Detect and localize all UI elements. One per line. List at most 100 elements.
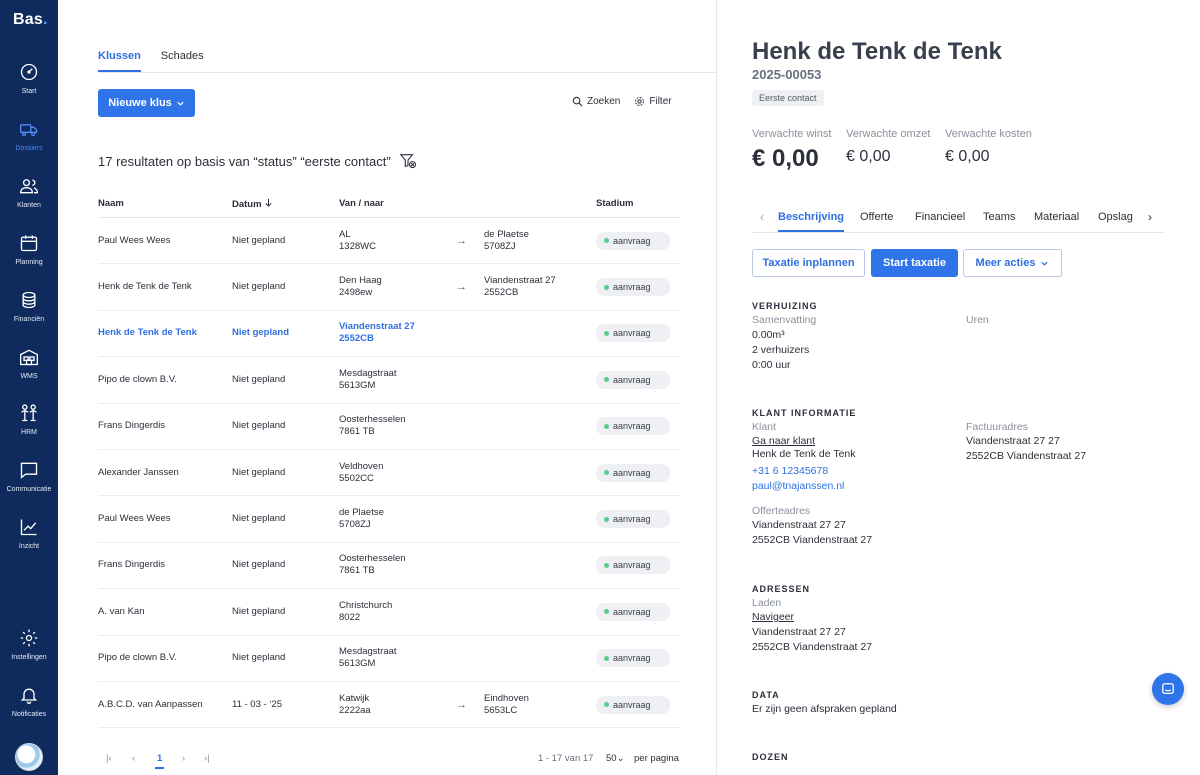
line-chart-icon xyxy=(20,519,37,536)
table-row[interactable]: Paul Wees Wees Niet gepland de Plaetse 57… xyxy=(98,496,680,543)
tab-opslag[interactable]: Opslag xyxy=(1098,211,1133,223)
search-icon xyxy=(572,96,583,107)
bell-icon xyxy=(20,688,38,704)
table-row[interactable]: Henk de Tenk de Tenk Niet gepland Den Ha… xyxy=(98,264,680,311)
navigate-link[interactable]: Navigeer xyxy=(752,611,794,623)
table-row[interactable]: Alexander Janssen Niet gepland Veldhoven… xyxy=(98,450,680,497)
appointments-text: Er zijn geen afspraken gepland xyxy=(752,703,897,715)
sidebar-item-label: Dossiers xyxy=(15,145,43,152)
row-date: Niet gepland xyxy=(232,513,286,525)
gear-icon xyxy=(635,97,645,106)
clear-filter-icon[interactable] xyxy=(399,152,417,170)
section-heading-boxes: DOZEN xyxy=(752,752,789,762)
column-header-name[interactable]: Naam xyxy=(98,198,124,209)
app-logo[interactable]: Bas. xyxy=(13,11,48,29)
last-page-icon[interactable]: ›| xyxy=(204,753,210,764)
sidebar-item-planning[interactable]: Planning xyxy=(0,233,58,283)
plan-valuation-button[interactable]: Taxatie inplannen xyxy=(752,249,865,277)
support-chat-button[interactable] xyxy=(1152,673,1184,705)
summary-label: Samenvatting xyxy=(752,314,817,326)
page-number[interactable]: 1 xyxy=(155,753,165,769)
sidebar-item-start[interactable]: Start xyxy=(0,62,58,112)
status-badge: aanvraag xyxy=(596,324,670,343)
row-date: 11 - 03 - ‘25 xyxy=(232,698,282,710)
table-row[interactable]: Frans Dingerdis Niet gepland Oosterhesse… xyxy=(98,543,680,590)
warehouse-icon xyxy=(20,349,38,366)
tab-materiaal[interactable]: Materiaal xyxy=(1034,211,1079,223)
kpi-revenue: Verwachte omzet € 0,00 xyxy=(846,128,931,165)
tab-offerte[interactable]: Offerte xyxy=(860,211,893,223)
more-actions-button[interactable]: Meer acties xyxy=(963,249,1062,277)
client-phone-link[interactable]: +31 6 12345678 xyxy=(752,465,828,477)
sidebar-item-dossiers[interactable]: Dossiers xyxy=(0,119,58,169)
table-row[interactable]: Frans Dingerdis Niet gepland Oosterhesse… xyxy=(98,404,680,450)
table-row-selected[interactable]: Henk de Tenk de Tenk Niet gepland Viande… xyxy=(98,311,680,358)
status-badge: aanvraag xyxy=(596,602,670,621)
chevron-right-icon[interactable]: › xyxy=(1148,210,1152,224)
chat-icon xyxy=(1162,683,1174,695)
sidebar-item-wms[interactable]: WMS xyxy=(0,347,58,397)
sidebar-item-communicatie[interactable]: Communicatie xyxy=(0,460,58,510)
table-row[interactable]: A.B.C.D. van Aanpassen 11 - 03 - ‘25 Kat… xyxy=(98,682,680,729)
search-button[interactable]: Zoeken xyxy=(572,96,620,107)
go-to-client-link[interactable]: Ga naar klant xyxy=(752,435,815,447)
column-header-date[interactable]: Datum xyxy=(232,198,273,210)
next-page-icon[interactable]: › xyxy=(182,753,185,764)
column-header-route[interactable]: Van / naar xyxy=(339,198,384,209)
sidebar-item-hrm[interactable]: HRM xyxy=(0,403,58,453)
table-row[interactable]: Pipo de clown B.V. Niet gepland Mesdagst… xyxy=(98,357,680,404)
sidebar-item-notificaties[interactable]: Notificaties xyxy=(0,685,58,735)
sidebar-item-inzicht[interactable]: Inzicht xyxy=(0,517,58,567)
search-label: Zoeken xyxy=(587,96,621,107)
job-number: 2025-00053 xyxy=(752,67,822,82)
sidebar-item-instellingen[interactable]: Instellingen xyxy=(0,628,58,678)
first-page-icon[interactable]: |‹ xyxy=(106,753,112,764)
sidebar-item-label: Klanten xyxy=(17,202,41,209)
table-row[interactable]: A. van Kan Niet gepland Christchurch 8022… xyxy=(98,589,680,636)
route-arrow-icon: → xyxy=(456,698,467,711)
prev-page-icon[interactable]: ‹ xyxy=(132,753,135,764)
table-header: Naam Datum Van / naar Stadium xyxy=(98,198,680,218)
chevron-left-icon[interactable]: ‹ xyxy=(760,210,764,224)
filter-button[interactable]: Filter xyxy=(634,96,672,107)
page-range: 1 - 17 van 17 xyxy=(538,753,594,764)
sidebar-item-label: Start xyxy=(21,88,37,95)
tab-klussen[interactable]: Klussen xyxy=(98,50,141,72)
gear-icon xyxy=(20,629,38,647)
new-job-button[interactable]: Nieuwe klus xyxy=(98,89,195,117)
avatar[interactable] xyxy=(15,743,43,771)
row-from: Mesdagstraat 5613GM xyxy=(339,646,397,670)
kpi-costs: Verwachte kosten € 0,00 xyxy=(945,128,1032,165)
tab-beschrijving[interactable]: Beschrijving xyxy=(778,211,845,232)
route-arrow-icon: → xyxy=(456,234,467,247)
people-icon xyxy=(21,404,37,422)
status-badge: aanvraag xyxy=(596,463,670,482)
row-from: Oosterhesselen 7861 TB xyxy=(339,553,406,577)
quote-address-label: Offerteadres xyxy=(752,505,811,517)
row-date: Niet gepland xyxy=(232,281,286,293)
invoice-address-label: Factuuradres xyxy=(966,421,1028,433)
table-row[interactable]: Pipo de clown B.V. Niet gepland Mesdagst… xyxy=(98,636,680,682)
per-page-select[interactable]: 50⌄ xyxy=(606,753,625,764)
tab-teams[interactable]: Teams xyxy=(983,211,1015,223)
sidebar-item-label: Instellingen xyxy=(11,654,47,661)
page-title: Henk de Tenk de Tenk xyxy=(752,38,1002,65)
status-badge: aanvraag xyxy=(596,417,670,436)
client-email-link[interactable]: paul@tnajanssen.nl xyxy=(752,480,844,492)
start-valuation-button[interactable]: Start taxatie xyxy=(871,249,958,277)
tab-schades[interactable]: Schades xyxy=(161,50,204,72)
column-header-stage[interactable]: Stadium xyxy=(596,198,633,209)
row-from: Christchurch 8022 xyxy=(339,599,393,623)
row-from: Mesdagstraat 5613GM xyxy=(339,367,397,391)
jobs-table: Paul Wees Wees Niet gepland AL 1328WC → d… xyxy=(98,218,680,729)
move-summary: 0.00m³ 2 verhuizers 0:00 uur xyxy=(752,329,810,371)
sidebar-item-klanten[interactable]: Klanten xyxy=(0,176,58,226)
table-row[interactable]: Paul Wees Wees Niet gepland AL 1328WC → d… xyxy=(98,218,680,265)
calendar-icon xyxy=(20,235,38,252)
row-name: Frans Dingerdis xyxy=(98,420,166,432)
tab-financieel[interactable]: Financieel xyxy=(915,211,965,223)
row-to: Eindhoven 5653LC xyxy=(484,692,529,716)
sidebar-item-financien[interactable]: Financiën xyxy=(0,290,58,340)
row-date: Niet gepland xyxy=(232,559,286,571)
quote-address: Viandenstraat 27 27 2552CB Viandenstraat … xyxy=(752,519,873,546)
